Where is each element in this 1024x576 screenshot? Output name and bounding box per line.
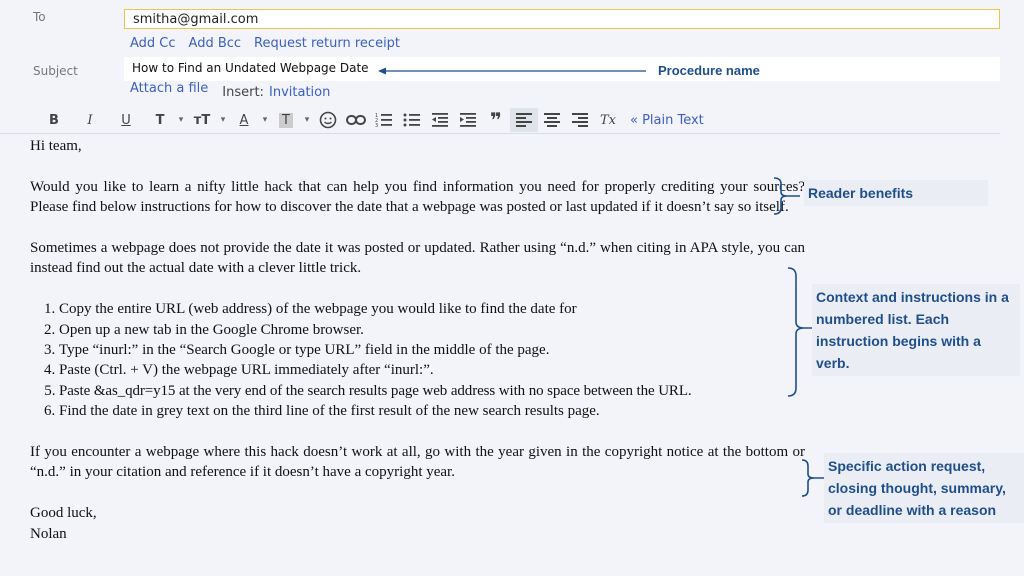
attach-file-link[interactable]: Attach a file [130,81,208,100]
benefits-paragraph: Would you like to learn a nifty little h… [30,178,805,216]
numbered-list-icon[interactable]: 123 [370,108,398,132]
highlight-label: T [279,112,293,128]
annotation-procedure-name: Procedure name [658,63,760,78]
bold-button[interactable]: B [40,108,68,132]
italic-label: I [87,112,93,128]
formatting-toolbar: B I U T ▾ тT ▾ A ▾ T ▾ 123 ❞ Tx « Plain … [0,106,1000,134]
add-cc-link[interactable]: Add Cc [130,36,176,51]
remove-formatting-icon[interactable]: Tx [594,108,622,132]
font-size-button[interactable]: тT [188,108,216,132]
message-body[interactable]: Hi team, Would you like to learn a nifty… [30,136,805,544]
underline-button[interactable]: U [112,108,140,132]
action-paragraph: If you encounter a webpage where this ha… [30,444,805,481]
chevron-down-icon[interactable]: ▾ [258,108,272,132]
text-color-label: A [239,112,249,128]
align-center-icon[interactable] [538,108,566,132]
text-color-button[interactable]: A [230,108,258,132]
benefits-bracket [773,177,800,215]
underline-label: U [121,112,131,128]
annotation-action-request: Specific action request, closing thought… [824,453,1024,523]
font-size-label: тT [193,112,211,128]
indent-more-icon[interactable] [454,108,482,132]
closing: Good luck, [30,505,97,522]
insert-label: Insert: [222,85,264,100]
list-item: Type “inurl:” in the “Search Google or t… [59,340,805,360]
font-label: T [155,112,165,128]
align-right-icon[interactable] [566,108,594,132]
chevron-down-icon[interactable]: ▾ [216,108,230,132]
list-item: Open up a new tab in the Google Chrome b… [59,320,805,340]
remove-format-label: Tx [599,112,616,128]
context-paragraph: Sometimes a webpage does not provide the… [30,240,805,277]
toolbar-divider [0,133,1000,134]
align-left-icon[interactable] [510,108,538,132]
to-label: To [33,10,46,24]
annotation-context: Context and instructions in a numbered l… [812,284,1020,376]
list-item: Find the date in grey text on the third … [59,401,805,421]
smiley-icon[interactable] [314,108,342,132]
quote-icon[interactable]: ❞ [482,108,510,132]
recipient-options: Add Cc Add Bcc Request return receipt [130,36,400,51]
list-item: Paste &as_qdr=y15 at the very end of the… [59,381,805,401]
bold-label: B [49,112,59,128]
add-bcc-link[interactable]: Add Bcc [189,36,242,51]
link-icon[interactable] [342,108,370,132]
signature: Nolan [30,525,67,542]
request-receipt-link[interactable]: Request return receipt [254,36,400,51]
font-button[interactable]: T [146,108,174,132]
chevron-down-icon[interactable]: ▾ [174,108,188,132]
chevron-down-icon[interactable]: ▾ [300,108,314,132]
annotation-reader-benefits: Reader benefits [804,180,988,206]
subject-label: Subject [33,64,78,78]
greeting: Hi team, [30,138,82,154]
attach-row: Attach a file Insert: Invitation [130,81,330,100]
plain-text-link[interactable]: « Plain Text [630,113,704,128]
to-field[interactable]: smitha@gmail.com [124,9,1000,29]
list-item: Copy the entire URL (web address) of the… [59,299,805,319]
insert-invitation-link[interactable]: Invitation [269,85,330,100]
highlight-button[interactable]: T [272,108,300,132]
italic-button[interactable]: I [76,108,104,132]
bulleted-list-icon[interactable] [398,108,426,132]
procedure-arrow [378,67,646,75]
instruction-list: Copy the entire URL (web address) of the… [30,299,805,421]
indent-less-icon[interactable] [426,108,454,132]
list-item: Paste (Ctrl. + V) the webpage URL immedi… [59,360,805,380]
svg-text:3: 3 [375,123,378,128]
